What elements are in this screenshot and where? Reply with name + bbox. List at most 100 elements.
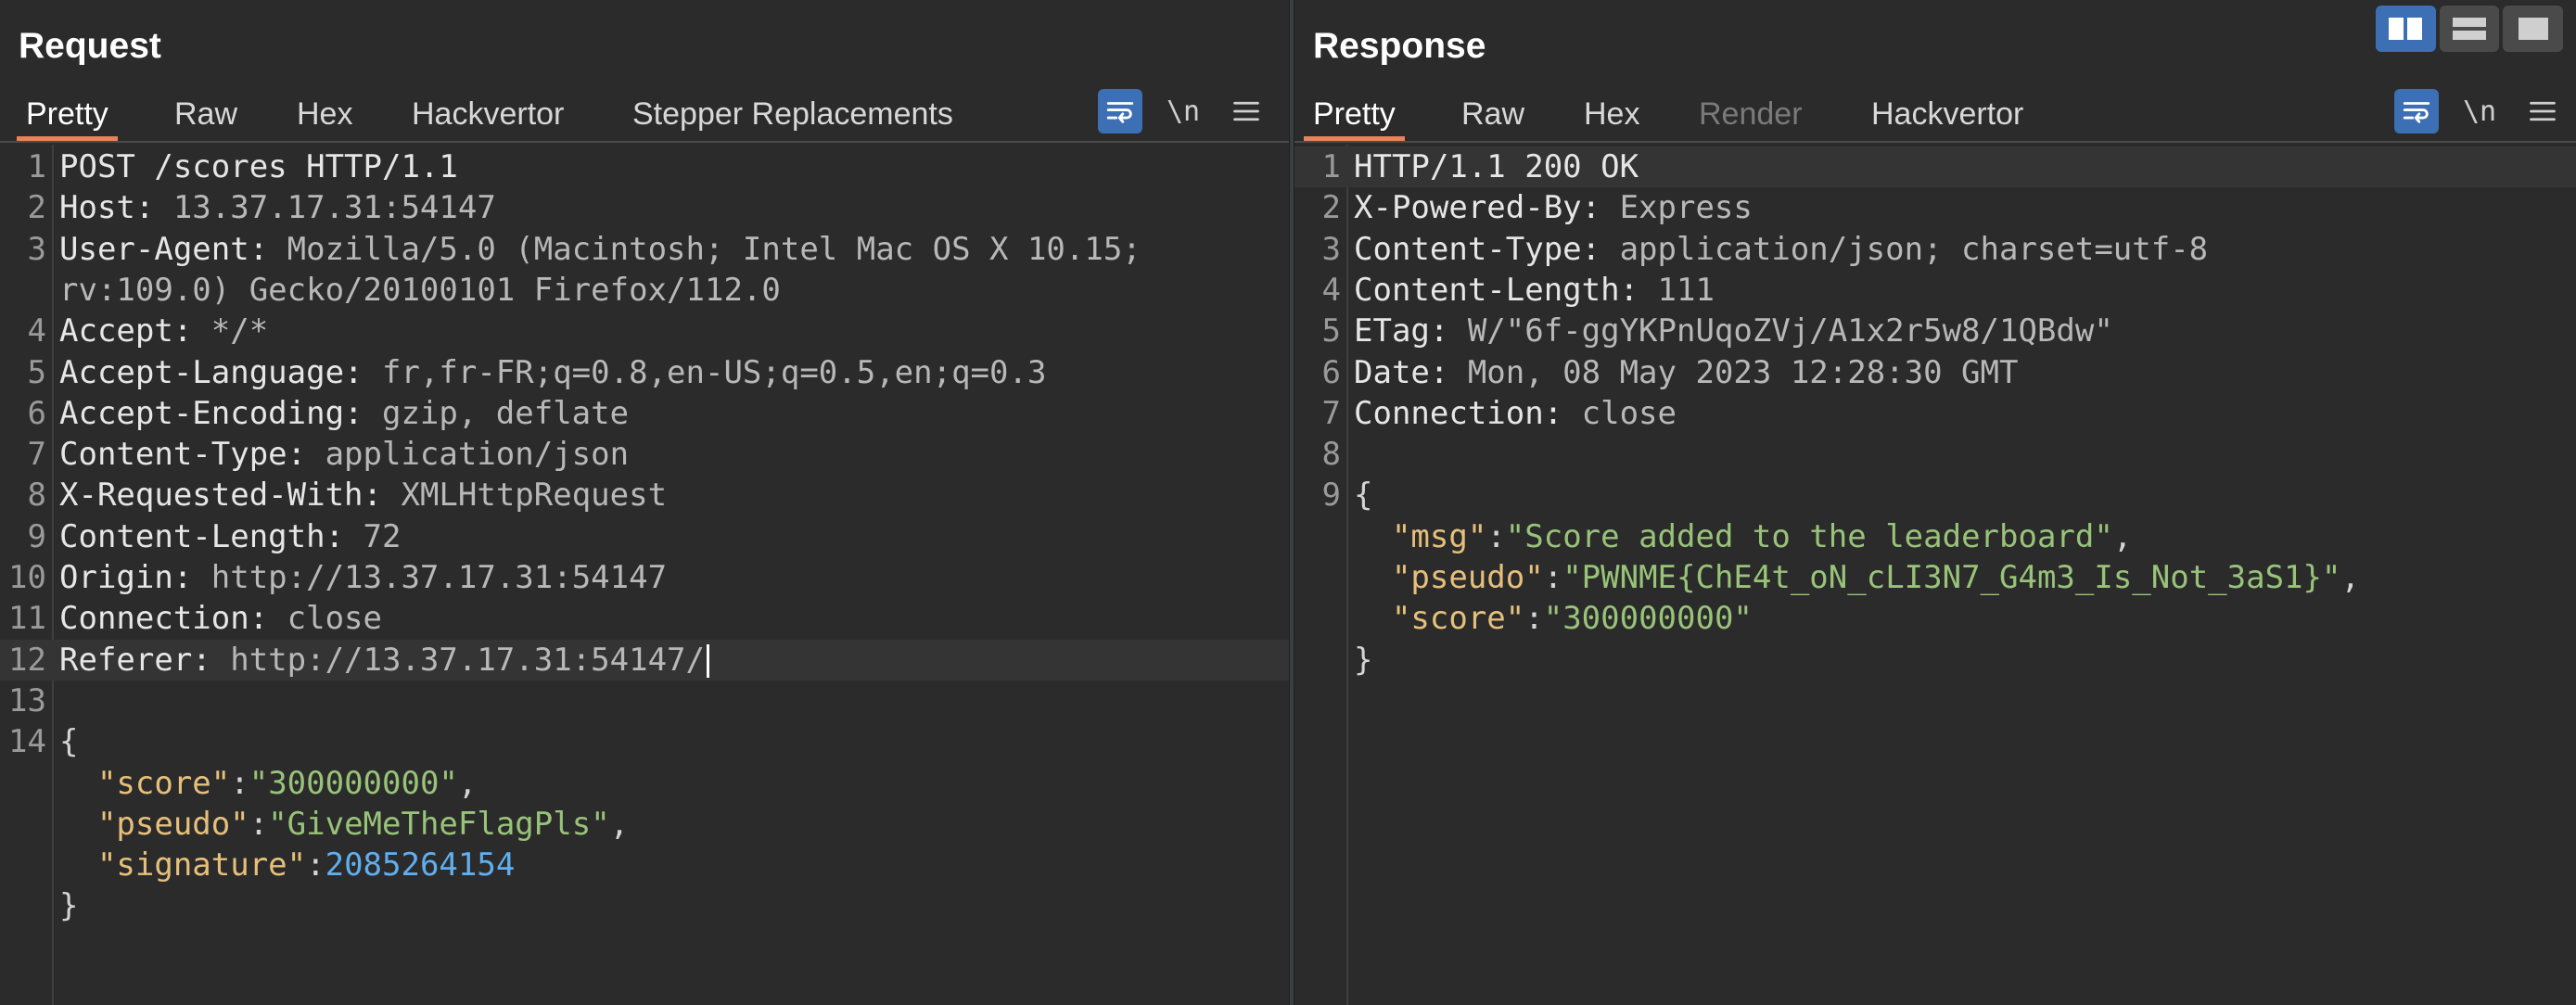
code-line[interactable]: 7 Connection: close — [1294, 393, 2576, 434]
response-tab-pretty[interactable]: Pretty — [1304, 82, 1405, 141]
json-key: "score" — [1391, 600, 1525, 638]
code-line[interactable]: 2 X-Powered-By: Express — [1294, 187, 2576, 228]
header-name: Accept-Language: — [59, 353, 363, 391]
word-wrap-icon — [2403, 102, 2430, 123]
code-line[interactable]: 14 { — [0, 721, 1289, 762]
code-line[interactable]: 11 Connection: close — [0, 598, 1289, 639]
code-line[interactable]: 5 ETag: W/"6f-ggYKPnUqoZVj/A1x2r5w8/1QBdw… — [1294, 311, 2576, 351]
code-line[interactable]: "pseudo":"GiveMeTheFlagPls", — [0, 804, 1289, 845]
code-line[interactable]: 2 Host: 13.37.17.31:54147 — [0, 187, 1289, 228]
layout-split-horizontal-button[interactable] — [2439, 6, 2500, 52]
code-line[interactable]: 8 — [1294, 434, 2576, 475]
request-tab-pretty[interactable]: Pretty — [17, 82, 118, 141]
code-line[interactable]: "msg":"Score added to the leaderboard", — [1294, 516, 2576, 557]
header-name: Content-Type: — [1354, 230, 1601, 268]
code-line[interactable]: "pseudo":"PWNME{ChE4t_oN_cLI3N7_G4m3_Is_… — [1294, 557, 2576, 598]
header-value: Express — [1600, 189, 1753, 227]
code-line[interactable]: 6 Accept-Encoding: gzip, deflate — [0, 393, 1289, 434]
code-line[interactable]: "score":"300000000", — [0, 763, 1289, 804]
code-line[interactable]: 8 X-Requested-With: XMLHttpRequest — [0, 475, 1289, 515]
code-line[interactable]: 3 Content-Type: application/json; charset… — [1294, 229, 2576, 270]
json-punctuation: : — [1543, 559, 1563, 596]
line-text: "signature":2085264154 — [59, 845, 515, 885]
json-string: "300000000" — [1543, 600, 1753, 638]
line-text: Accept-Language: fr,fr-FR;q=0.8,en-US;q=… — [59, 352, 1046, 393]
line-number: 2 — [27, 189, 46, 227]
code-line[interactable]: 5 Accept-Language: fr,fr-FR;q=0.8,en-US;q… — [0, 352, 1289, 393]
request-tab-raw[interactable]: Raw — [165, 82, 247, 141]
request-tab-stepper-replacements[interactable]: Stepper Replacements — [623, 82, 963, 141]
line-text: Accept-Encoding: gzip, deflate — [59, 393, 629, 434]
line-number: 7 — [1321, 394, 1341, 432]
line-number: 1 — [1321, 148, 1341, 185]
code-line[interactable]: 1 POST /scores HTTP/1.1 — [0, 146, 1289, 187]
code-line[interactable]: 12 Referer: http://13.37.17.31:54147/ — [0, 639, 1289, 681]
response-tab-raw[interactable]: Raw — [1452, 82, 1534, 141]
code-line[interactable]: 7 Content-Type: application/json — [0, 434, 1289, 475]
code-line[interactable]: "signature":2085264154 — [0, 845, 1289, 885]
layout-toggle-group — [2376, 6, 2564, 52]
layout-split-vertical-button[interactable] — [2376, 6, 2436, 52]
request-editor[interactable]: 1 POST /scores HTTP/1.1 2 Host: 13.37.17.31… — [0, 145, 1289, 1005]
header-value: 111 — [1639, 271, 1715, 309]
json-punctuation: , — [457, 764, 478, 802]
json-punctuation: { — [1354, 477, 1373, 515]
response-tab-hex[interactable]: Hex — [1575, 82, 1649, 141]
line-number: 8 — [1321, 436, 1341, 474]
request-word-wrap-button[interactable] — [1098, 89, 1142, 134]
header-value: http://13.37.17.31:54147 — [192, 559, 668, 596]
line-text: "pseudo":"PWNME{ChE4t_oN_cLI3N7_G4m3_Is_… — [1354, 557, 2360, 598]
code-text: HTTP/1.1 200 OK — [1354, 148, 1639, 185]
code-line[interactable]: rv:109.0) Gecko/20100101 Firefox/112.0 — [0, 270, 1289, 311]
request-tab-hackvertor[interactable]: Hackvertor — [402, 82, 573, 141]
request-show-newlines-button[interactable]: \n — [1161, 89, 1205, 134]
response-tab-hackvertor[interactable]: Hackvertor — [1862, 82, 2033, 141]
line-number: 10 — [8, 559, 46, 596]
line-text: POST /scores HTTP/1.1 — [59, 146, 458, 187]
response-show-newlines-button[interactable]: \n — [2457, 89, 2502, 134]
line-number: 3 — [27, 230, 46, 268]
line-text: Accept: */* — [59, 311, 268, 351]
response-title: Response — [1313, 26, 1486, 66]
response-editor[interactable]: 1 HTTP/1.1 200 OK 2 X-Powered-By: Express 3 C… — [1294, 145, 2576, 1005]
json-punctuation: : — [249, 805, 269, 843]
header-value: 13.37.17.31:54147 — [154, 189, 496, 227]
line-text: HTTP/1.1 200 OK — [1354, 146, 1639, 187]
header-name: Accept-Encoding: — [59, 394, 363, 432]
response-menu-button[interactable] — [2524, 89, 2561, 134]
code-line[interactable]: 9{ — [1294, 475, 2576, 515]
line-text: Content-Length: 72 — [59, 516, 401, 557]
code-line[interactable]: 9 Content-Length: 72 — [0, 516, 1289, 557]
line-text: "msg":"Score added to the leaderboard", — [1354, 516, 2132, 557]
line-text: Host: 13.37.17.31:54147 — [59, 187, 496, 228]
code-line[interactable]: 13 — [0, 681, 1289, 721]
line-number: 13 — [8, 681, 46, 719]
line-text: Origin: http://13.37.17.31:54147 — [59, 557, 667, 598]
json-punctuation: , — [609, 805, 630, 843]
header-value: fr,fr-FR;q=0.8,en-US;q=0.5,en;q=0.3 — [363, 353, 1047, 391]
request-tab-hex[interactable]: Hex — [287, 82, 362, 141]
code-line[interactable]: 4 Content-Length: 111 — [1294, 270, 2576, 311]
code-line[interactable]: } — [1294, 640, 2576, 681]
line-text: "pseudo":"GiveMeTheFlagPls", — [59, 804, 629, 845]
line-number: 14 — [8, 723, 46, 761]
code-line[interactable]: 6 Date: Mon, 08 May 2023 12:28:30 GMT — [1294, 352, 2576, 393]
code-line[interactable]: 1 HTTP/1.1 200 OK — [1294, 146, 2576, 187]
code-line[interactable]: "score":"300000000" — [1294, 598, 2576, 639]
code-line[interactable]: 4 Accept: */* — [0, 311, 1289, 351]
header-name: Date: — [1354, 353, 1449, 391]
header-value: close — [268, 600, 382, 638]
header-value: W/"6f-ggYKPnUqoZVj/A1x2r5w8/1QBdw" — [1448, 312, 2113, 350]
response-word-wrap-button[interactable] — [2394, 89, 2439, 134]
code-line[interactable]: } — [0, 885, 1289, 926]
single-pane-icon — [2518, 18, 2548, 40]
header-name: User-Agent: — [59, 230, 269, 268]
layout-single-pane-button[interactable] — [2503, 6, 2564, 52]
line-text: Date: Mon, 08 May 2023 12:28:30 GMT — [1354, 352, 2018, 393]
code-line[interactable]: 3 User-Agent: Mozilla/5.0 (Macintosh; Int… — [0, 229, 1289, 270]
code-line[interactable]: 10 Origin: http://13.37.17.31:54147 — [0, 557, 1289, 598]
request-menu-button[interactable] — [1228, 89, 1265, 134]
json-punctuation: : — [230, 764, 249, 802]
